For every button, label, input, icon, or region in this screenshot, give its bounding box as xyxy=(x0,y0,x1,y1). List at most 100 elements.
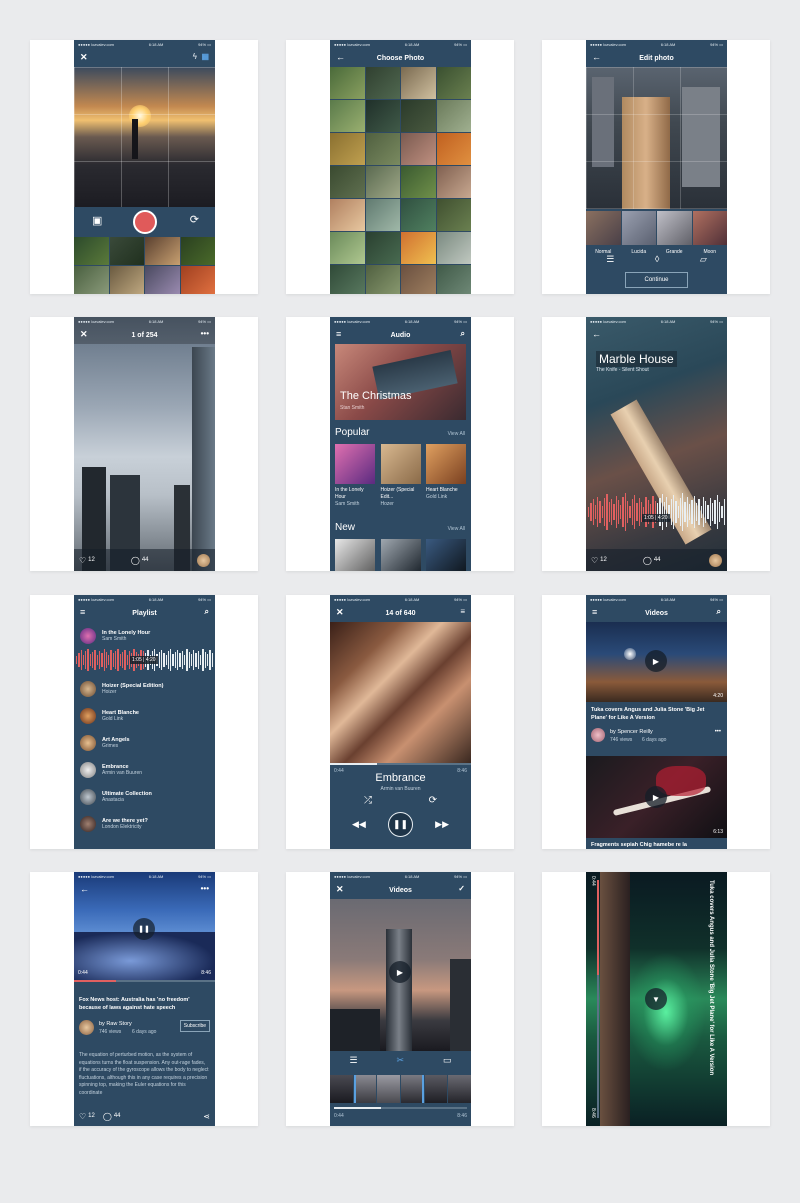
checkmark-icon[interactable]: ✓ xyxy=(458,884,465,893)
more-icon[interactable]: ••• xyxy=(715,729,721,735)
close-icon[interactable]: ✕ xyxy=(336,884,344,895)
play-button[interactable]: ▶ xyxy=(389,961,411,983)
video-preview[interactable]: ▶ xyxy=(330,899,471,1051)
close-icon[interactable]: ✕ xyxy=(80,52,88,63)
popular-item[interactable]: In the Lonely Hour Sam Smith xyxy=(335,444,375,507)
subscribe-button[interactable]: Subscribe xyxy=(179,1020,210,1032)
play-button[interactable]: ▼ xyxy=(645,988,667,1010)
avatar[interactable] xyxy=(79,1020,94,1035)
view-all-popular[interactable]: View All xyxy=(448,431,465,437)
pause-button[interactable]: ❚❚ xyxy=(388,812,413,837)
back-arrow-icon[interactable]: ← xyxy=(592,329,601,339)
photo-thumb[interactable] xyxy=(330,166,365,198)
photo-thumb[interactable] xyxy=(401,265,436,294)
grid-icon[interactable]: ▦ xyxy=(201,52,209,61)
share-icon[interactable]: ⋖ xyxy=(203,1112,210,1121)
playlist-item[interactable]: In the Lonely Hour Sam Smith xyxy=(80,626,210,646)
landscape-progress[interactable] xyxy=(597,880,599,1118)
filter-lucida[interactable]: Lucida xyxy=(621,211,656,255)
photo-thumb[interactable] xyxy=(436,67,471,99)
video-progress[interactable] xyxy=(334,1107,467,1109)
photo-thumb[interactable] xyxy=(109,237,144,265)
photo-thumb[interactable] xyxy=(436,232,471,264)
repeat-icon[interactable]: ⟳ xyxy=(429,795,437,806)
photo-thumb[interactable] xyxy=(330,265,365,294)
article-author[interactable]: by Raw Story xyxy=(99,1021,132,1027)
comment-icon[interactable]: ◯ xyxy=(643,556,652,565)
more-icon[interactable]: ••• xyxy=(201,884,209,893)
waveform[interactable] xyxy=(588,492,725,532)
photo-thumb[interactable] xyxy=(330,100,365,132)
new-album-art[interactable] xyxy=(380,539,421,571)
switch-camera-icon[interactable]: ⟳ xyxy=(190,213,199,226)
popular-item[interactable]: Hoizer (Special Edit... Hozer xyxy=(380,444,421,507)
photo-thumb[interactable] xyxy=(365,232,400,264)
video-thumbnail[interactable]: ▶ 6:13 xyxy=(586,756,727,838)
close-icon[interactable]: ✕ xyxy=(80,329,88,340)
avatar[interactable] xyxy=(197,553,210,567)
adjust-sliders-icon[interactable]: ☰ xyxy=(349,1055,357,1069)
pause-button[interactable]: ❚❚ xyxy=(133,918,155,940)
photo-thumb[interactable] xyxy=(401,133,436,165)
playlist-item[interactable]: Are we there yet? London Elektricity xyxy=(80,814,210,834)
photo-thumb[interactable] xyxy=(436,133,471,165)
heart-icon[interactable]: ♡ xyxy=(79,1112,86,1121)
avatar[interactable] xyxy=(591,728,605,742)
photo-thumb[interactable] xyxy=(401,67,436,99)
photo-thumb[interactable] xyxy=(436,166,471,198)
fast-forward-icon[interactable]: ▶▶ xyxy=(435,819,449,830)
filter-moon[interactable]: Moon xyxy=(692,211,727,255)
play-button[interactable]: ▶ xyxy=(645,650,667,672)
trim-scissors-icon[interactable]: ✂ xyxy=(397,1055,405,1069)
photo-thumb[interactable] xyxy=(365,67,400,99)
photo-thumb[interactable] xyxy=(145,266,180,294)
photo-thumb[interactable] xyxy=(436,265,471,294)
search-icon[interactable]: ⌕ xyxy=(717,607,721,617)
photo-thumb[interactable] xyxy=(145,237,180,265)
avatar[interactable] xyxy=(709,553,722,567)
new-album-art[interactable] xyxy=(426,539,466,571)
filter-grande[interactable]: Grande xyxy=(657,211,692,255)
new-album-art[interactable] xyxy=(335,539,375,571)
comment-icon[interactable]: ◯ xyxy=(131,556,140,565)
comment-icon[interactable]: ◯ xyxy=(103,1112,112,1121)
photo-thumb[interactable] xyxy=(365,100,400,132)
photo-thumb[interactable] xyxy=(74,266,109,294)
camera-viewfinder[interactable] xyxy=(74,67,215,207)
featured-album[interactable]: The Christmas Stan Smith xyxy=(335,344,466,420)
video-author[interactable]: by Spencer Reilly xyxy=(610,729,653,735)
playlist-item[interactable]: Ultimate Collection Anastacia xyxy=(80,787,210,807)
photo-thumb[interactable] xyxy=(401,166,436,198)
playlist-item[interactable]: Embrance Armin van Buuren xyxy=(80,760,210,780)
rewind-icon[interactable]: ◀◀ xyxy=(352,819,366,830)
menu-icon[interactable]: ≡ xyxy=(592,607,597,617)
progress-track[interactable] xyxy=(330,763,471,765)
photo-thumb[interactable] xyxy=(401,100,436,132)
photo-thumb[interactable] xyxy=(330,232,365,264)
photo-thumb[interactable] xyxy=(180,237,215,265)
popular-item[interactable]: Heart Blanche Gold Link xyxy=(426,444,466,507)
adjust-sliders-icon[interactable]: ☰ xyxy=(606,254,614,268)
photo-thumb[interactable] xyxy=(365,265,400,294)
search-icon[interactable]: ⌕ xyxy=(461,329,465,339)
drop-icon[interactable]: ◊ xyxy=(655,254,659,268)
photo-thumb[interactable] xyxy=(180,266,215,294)
back-arrow-icon[interactable]: ← xyxy=(336,52,345,62)
photo-thumb[interactable] xyxy=(330,199,365,231)
shutter-button[interactable] xyxy=(133,210,157,234)
back-arrow-icon[interactable]: ← xyxy=(80,884,89,894)
queue-icon[interactable]: ≡ xyxy=(460,607,465,616)
playlist-item[interactable]: Hoizer (Special Edition) Hoizer xyxy=(80,679,210,699)
continue-button[interactable]: Continue xyxy=(625,272,688,288)
video-progress[interactable] xyxy=(74,980,215,982)
back-arrow-icon[interactable]: ← xyxy=(592,52,601,62)
photo-thumb[interactable] xyxy=(401,232,436,264)
menu-icon[interactable]: ≡ xyxy=(80,607,85,617)
photo-thumb[interactable] xyxy=(436,199,471,231)
play-button[interactable]: ▶ xyxy=(645,786,667,808)
crop-icon[interactable]: ▭ xyxy=(443,1055,452,1069)
shuffle-icon[interactable]: ⤮ xyxy=(364,795,372,806)
playlist-item[interactable]: Art Angels Grimes xyxy=(80,733,210,753)
photo-thumb[interactable] xyxy=(109,266,144,294)
crop-icon[interactable]: ▱ xyxy=(700,254,707,268)
